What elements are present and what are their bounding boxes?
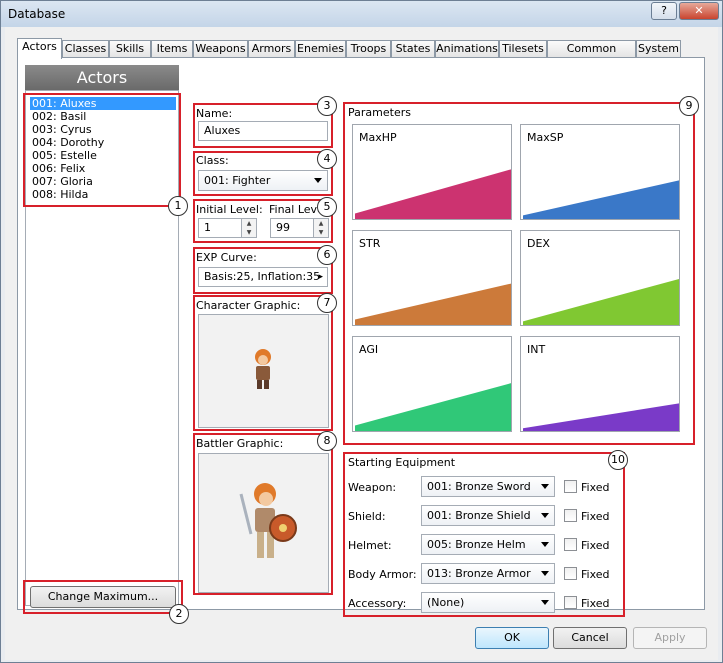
close-button[interactable]: ✕ <box>679 2 719 20</box>
tab-classes[interactable]: Classes <box>62 40 109 58</box>
callout-box-4 <box>193 151 333 196</box>
callout-box-6 <box>193 247 333 294</box>
tab-skills[interactable]: Skills <box>109 40 151 58</box>
callout-number-9: 9 <box>679 96 699 116</box>
tab-items[interactable]: Items <box>151 40 193 58</box>
help-button[interactable]: ? <box>651 2 677 20</box>
callout-box-1 <box>23 93 181 207</box>
callout-number-6: 6 <box>317 245 337 265</box>
cancel-button[interactable]: Cancel <box>553 627 627 649</box>
callout-box-5 <box>193 199 333 243</box>
callout-number-8: 8 <box>317 431 337 451</box>
window-title: Database <box>8 7 66 21</box>
client-area: Actors Classes Skills Items Weapons Armo… <box>5 27 718 660</box>
database-window: Database ? ✕ Actors Classes Skills Items… <box>0 0 723 663</box>
actors-tab-panel: Actors 001: Aluxes 002: Basil 003: Cyrus… <box>17 57 705 624</box>
apply-button[interactable]: Apply <box>633 627 707 649</box>
callout-number-4: 4 <box>317 149 337 169</box>
tab-states[interactable]: States <box>391 40 435 58</box>
tab-troops[interactable]: Troops <box>346 40 391 58</box>
actors-header: Actors <box>25 65 179 90</box>
callout-number-2: 2 <box>169 604 189 624</box>
callout-box-9 <box>343 102 695 445</box>
ok-button[interactable]: OK <box>475 627 549 649</box>
tab-animations[interactable]: Animations <box>435 40 499 58</box>
callout-number-1: 1 <box>168 196 188 216</box>
callout-box-7 <box>193 295 333 431</box>
callout-number-5: 5 <box>317 197 337 217</box>
tab-tilesets[interactable]: Tilesets <box>499 40 547 58</box>
tab-enemies[interactable]: Enemies <box>295 40 346 58</box>
callout-number-10: 10 <box>608 450 628 470</box>
callout-box-8 <box>193 433 333 595</box>
tab-common-events[interactable]: Common Events <box>547 40 636 71</box>
title-bar: Database ? ✕ <box>1 1 722 27</box>
tab-armors[interactable]: Armors <box>248 40 295 58</box>
tab-system[interactable]: System <box>636 40 681 58</box>
callout-box-2 <box>23 580 183 614</box>
callout-number-3: 3 <box>317 96 337 116</box>
callout-box-3 <box>193 103 333 148</box>
callout-number-7: 7 <box>317 293 337 313</box>
tab-actors[interactable]: Actors <box>17 38 62 59</box>
callout-box-10 <box>343 452 625 617</box>
tab-weapons[interactable]: Weapons <box>193 40 248 58</box>
